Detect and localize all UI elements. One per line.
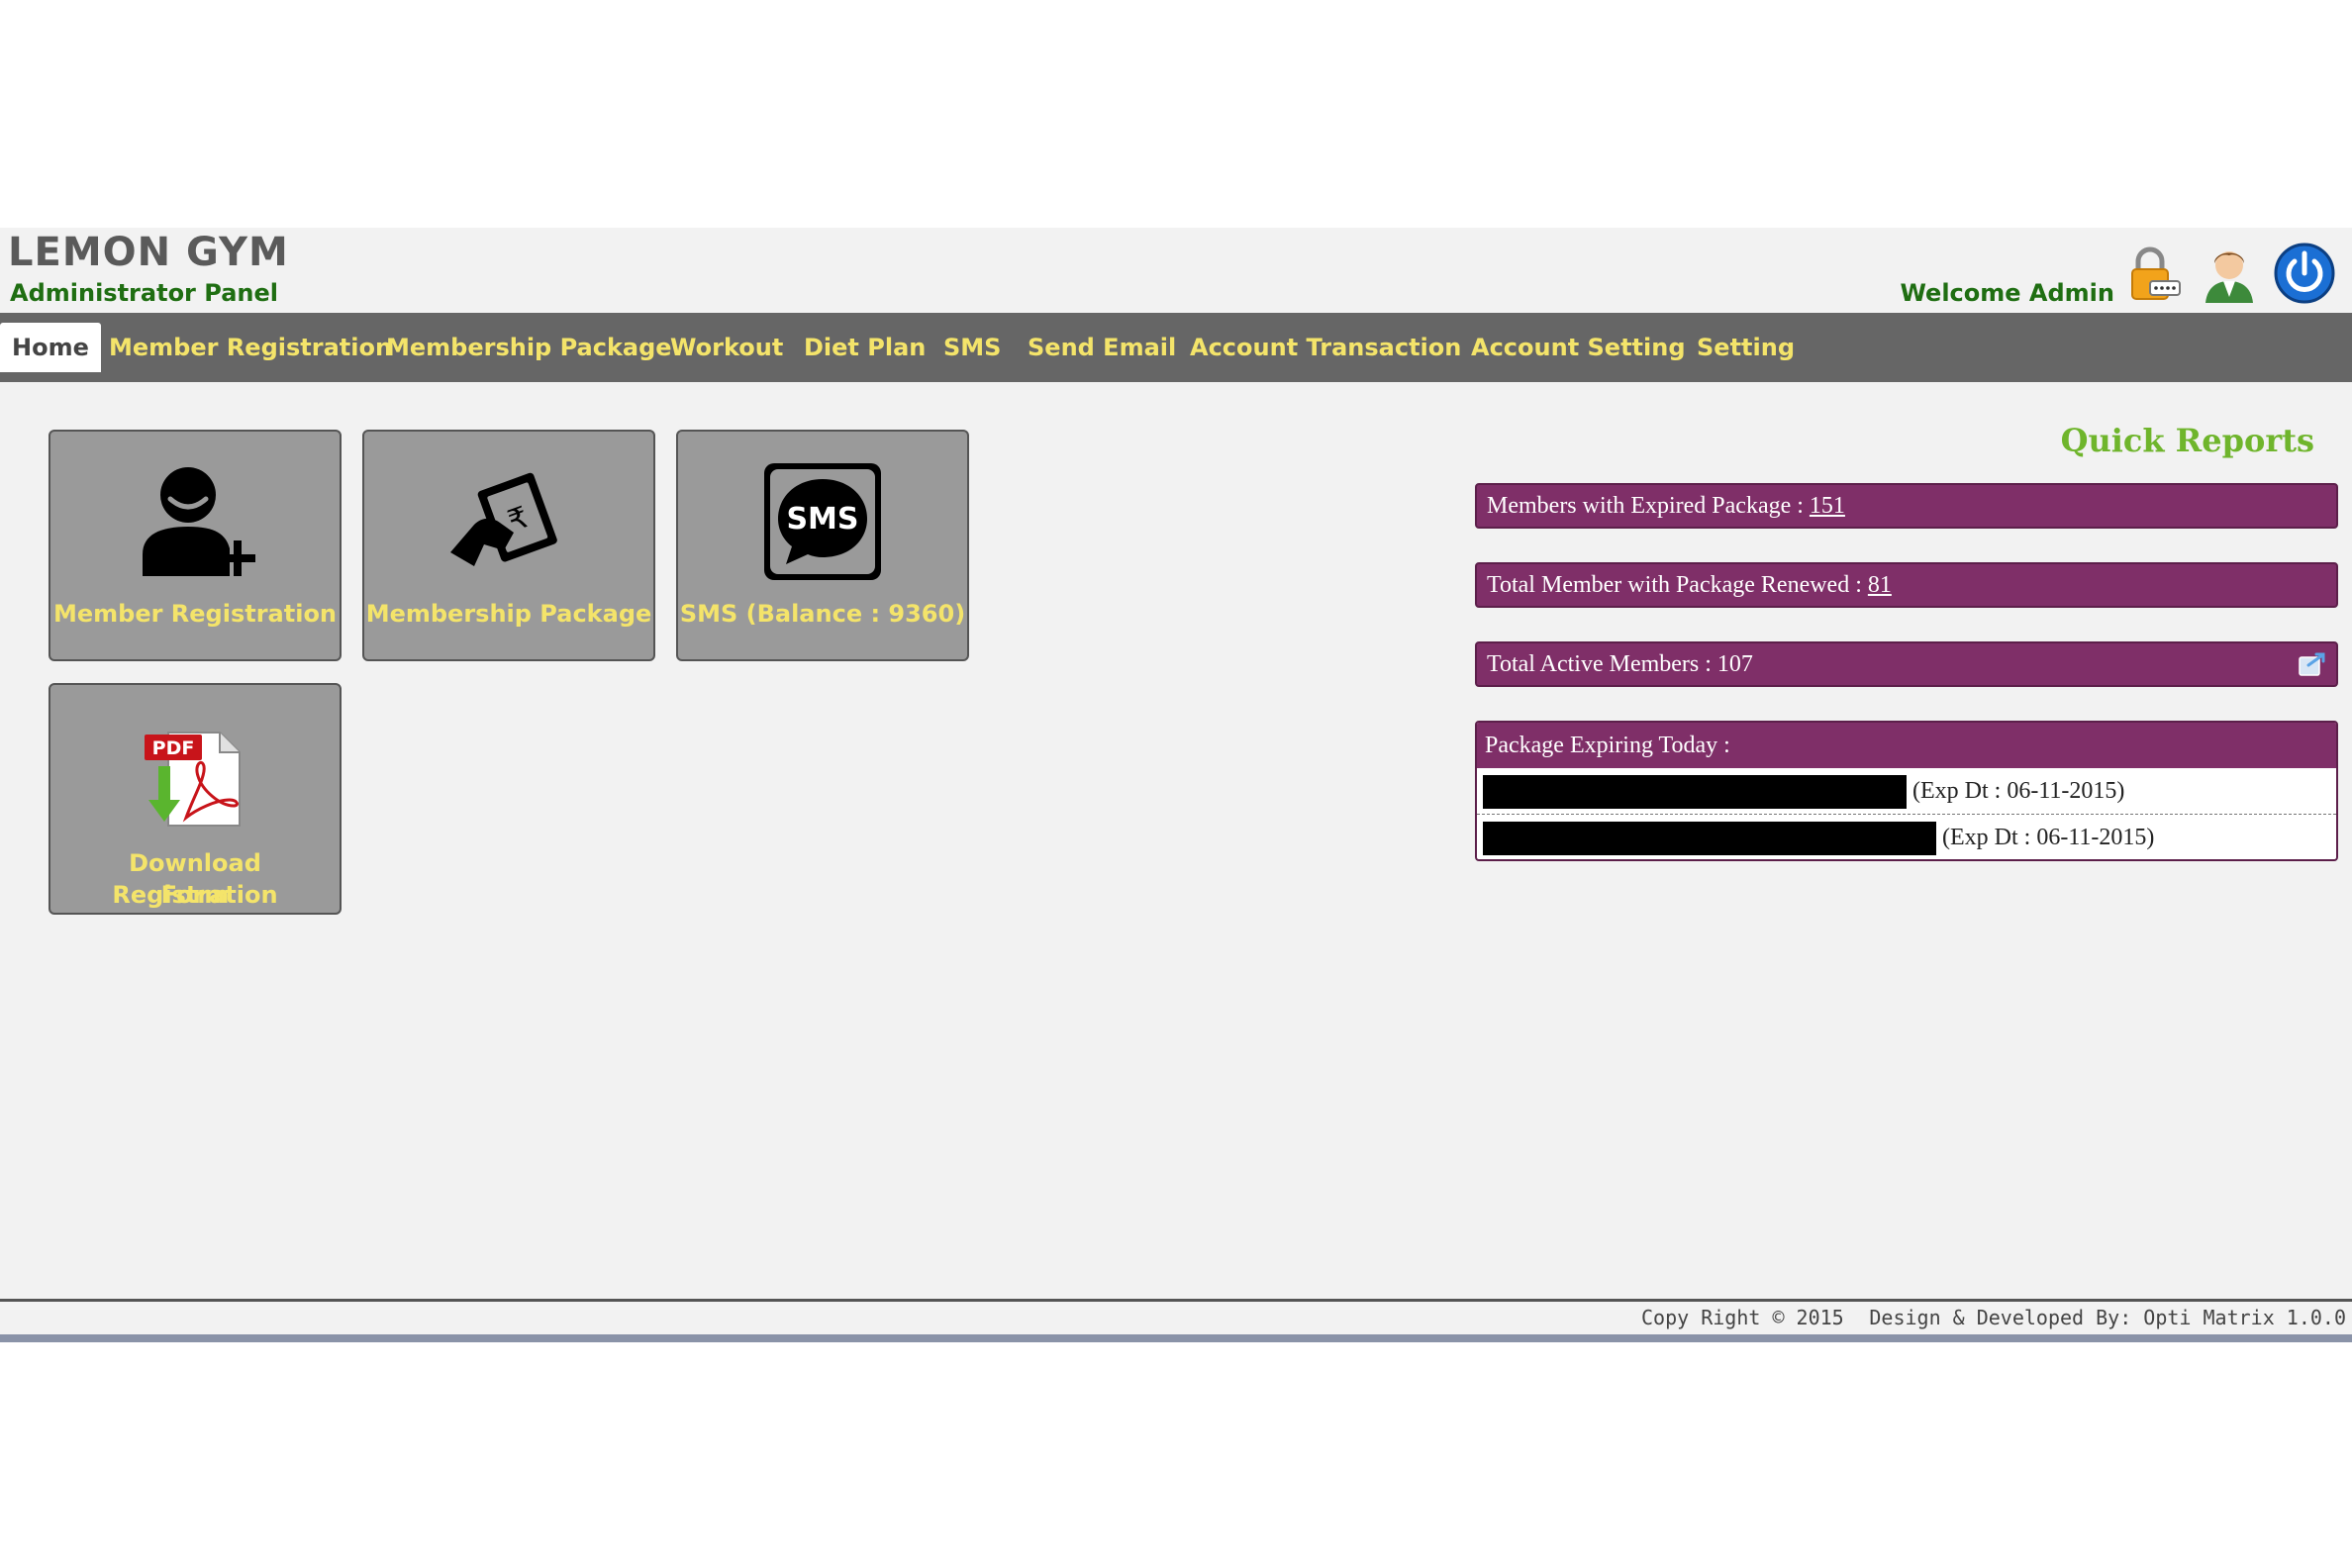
app-window: LEMON GYM Administrator Panel Welcome Ad… — [0, 228, 2352, 1342]
nav-account-transaction[interactable]: Account Transaction — [1190, 323, 1461, 372]
svg-text:PDF: PDF — [152, 737, 195, 759]
svg-text:SMS: SMS — [786, 502, 858, 537]
tile-label: Membership Package — [365, 600, 652, 628]
nav-send-email[interactable]: Send Email — [1028, 323, 1176, 372]
user-profile-icon[interactable] — [2198, 242, 2261, 305]
footer-copyright: Copy Right © 2015 — [1641, 1306, 1844, 1329]
report-renewed-label: Total Member with Package Renewed : — [1487, 572, 1868, 598]
expiring-row: (Exp Dt : 06-11-2015) — [1477, 814, 2336, 859]
report-active-members: Total Active Members : 107 — [1475, 641, 2338, 687]
app-subtitle: Administrator Panel — [10, 279, 278, 307]
nav-diet-plan[interactable]: Diet Plan — [804, 323, 926, 372]
quick-reports-title: Quick Reports — [2060, 422, 2314, 459]
report-active-label: Total Active Members : 107 — [1487, 651, 1753, 677]
expiring-panel-header: Package Expiring Today : — [1477, 723, 2336, 768]
nav-member-registration[interactable]: Member Registration — [109, 323, 392, 372]
footer-credits: Design & Developed By: Opti Matrix 1.0.0 — [1869, 1306, 2346, 1329]
package-expiring-today-panel: Package Expiring Today : (Exp Dt : 06-11… — [1475, 721, 2338, 861]
tile-label: Member Registration — [52, 600, 338, 628]
taskbar-strip — [0, 1334, 2352, 1342]
export-icon[interactable] — [2297, 649, 2326, 679]
nav-account-setting[interactable]: Account Setting — [1471, 323, 1686, 372]
expiring-row: (Exp Dt : 06-11-2015) — [1477, 768, 2336, 814]
lock-icon[interactable] — [2120, 242, 2184, 305]
redacted-member-name — [1483, 822, 1936, 856]
footer: Copy Right © 2015 Design & Developed By:… — [0, 1299, 2352, 1337]
welcome-text: Welcome Admin — [1900, 279, 2114, 307]
report-expired-count-link[interactable]: 151 — [1810, 493, 1845, 519]
redacted-member-name — [1483, 775, 1907, 810]
report-expired-label: Members with Expired Package : — [1487, 493, 1810, 519]
sms-icon: SMS — [764, 463, 881, 580]
money-hand-icon: ₹ — [450, 472, 557, 566]
nav-membership-package[interactable]: Membership Package — [386, 323, 672, 372]
pdf-download-icon: PDF — [145, 732, 241, 827]
tile-sms[interactable]: SMS SMS (Balance : 9360) — [676, 430, 969, 661]
nav-home[interactable]: Home — [0, 323, 101, 372]
main-navbar: Home Member Registration Membership Pack… — [0, 313, 2352, 382]
app-title: LEMON GYM — [8, 230, 289, 275]
report-renewed-count-link[interactable]: 81 — [1868, 572, 1892, 598]
nav-sms[interactable]: SMS — [943, 323, 1001, 372]
report-expired-package: Members with Expired Package : 151 — [1475, 483, 2338, 529]
tile-label-line2: Form — [160, 881, 230, 909]
tile-download-registration-form[interactable]: PDF Download Registration Form — [49, 683, 342, 915]
nav-workout[interactable]: Workout — [670, 323, 783, 372]
report-package-renewed: Total Member with Package Renewed : 81 — [1475, 562, 2338, 608]
nav-setting[interactable]: Setting — [1697, 323, 1795, 372]
expiry-date: (Exp Dt : 06-11-2015) — [1912, 778, 2125, 804]
add-user-icon — [143, 467, 255, 576]
tile-member-registration[interactable]: Member Registration — [49, 430, 342, 661]
expiry-date: (Exp Dt : 06-11-2015) — [1942, 825, 2155, 850]
tile-label: SMS (Balance : 9360) — [679, 600, 966, 628]
tile-membership-package[interactable]: ₹ Membership Package — [362, 430, 655, 661]
power-icon[interactable] — [2273, 242, 2336, 305]
